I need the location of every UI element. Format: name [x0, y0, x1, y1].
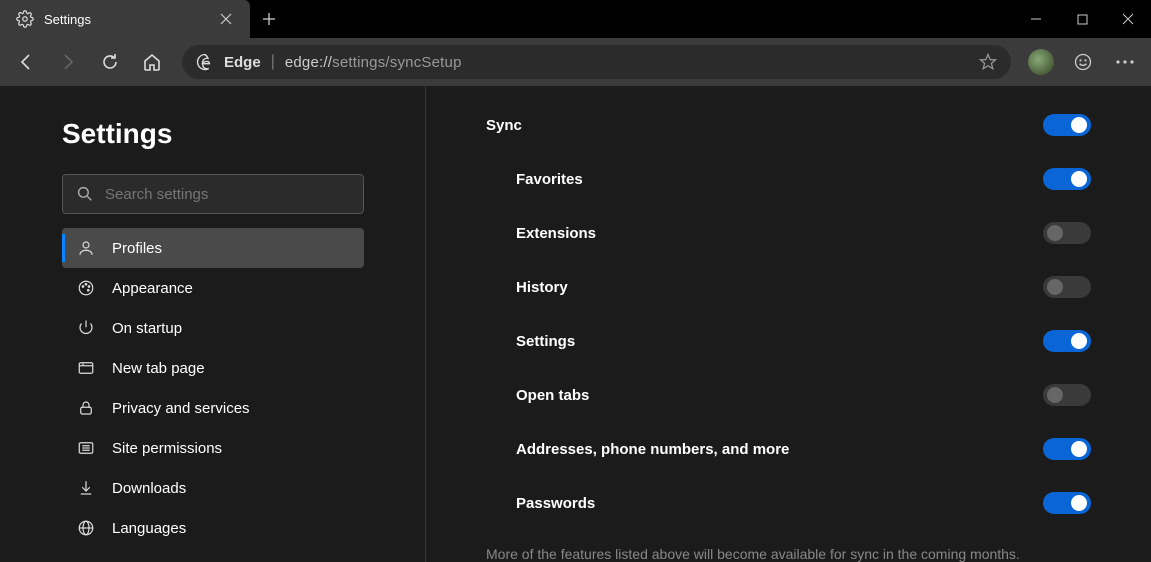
sync-heading: Sync — [486, 117, 522, 134]
newtab-icon — [76, 358, 96, 378]
maximize-button[interactable] — [1059, 0, 1105, 38]
sync-item-row: Passwords — [486, 492, 1091, 514]
favorite-star-icon[interactable] — [979, 53, 997, 71]
sidebar-item-privacy[interactable]: Privacy and services — [62, 388, 364, 428]
sidebar-item-label: Languages — [112, 520, 186, 537]
sidebar-item-label: On startup — [112, 320, 182, 337]
sync-item-toggle[interactable] — [1043, 492, 1091, 514]
sidebar-item-appearance[interactable]: Appearance — [62, 268, 364, 308]
sync-item-label: Extensions — [516, 225, 596, 242]
sidebar-item-languages[interactable]: Languages — [62, 508, 364, 548]
sync-item-row: Addresses, phone numbers, and more — [486, 438, 1091, 460]
toolbar: Edge | edge://settings/syncSetup — [0, 38, 1151, 86]
sync-master-row: Sync — [486, 114, 1091, 136]
window-controls — [1013, 0, 1151, 38]
forward-button[interactable] — [48, 42, 88, 82]
sidebar-item-profiles[interactable]: Profiles — [62, 228, 364, 268]
sync-footnote: More of the features listed above will b… — [486, 546, 1091, 562]
sync-item-row: Favorites — [486, 168, 1091, 190]
more-menu-button[interactable] — [1105, 42, 1145, 82]
sidebar-item-newtab[interactable]: New tab page — [62, 348, 364, 388]
sync-item-row: Extensions — [486, 222, 1091, 244]
sidebar-item-label: Site permissions — [112, 440, 222, 457]
search-settings-box[interactable] — [62, 174, 364, 214]
site-identity: Edge — [224, 54, 261, 71]
feedback-button[interactable] — [1063, 42, 1103, 82]
person-icon — [76, 238, 96, 258]
lock-icon — [76, 398, 96, 418]
sync-item-label: Open tabs — [516, 387, 589, 404]
edge-icon — [196, 53, 214, 71]
search-icon — [77, 186, 93, 202]
sync-item-toggle[interactable] — [1043, 330, 1091, 352]
sidebar-item-label: Privacy and services — [112, 400, 250, 417]
sync-item-toggle — [1043, 276, 1091, 298]
home-button[interactable] — [132, 42, 172, 82]
sync-item-toggle — [1043, 384, 1091, 406]
sync-item-label: Favorites — [516, 171, 583, 188]
sidebar-item-label: Downloads — [112, 480, 186, 497]
sync-item-toggle[interactable] — [1043, 438, 1091, 460]
tab-title: Settings — [44, 12, 204, 27]
refresh-button[interactable] — [90, 42, 130, 82]
sync-item-row: History — [486, 276, 1091, 298]
page-title: Settings — [62, 118, 425, 150]
sidebar-item-startup[interactable]: On startup — [62, 308, 364, 348]
sidebar-item-label: Appearance — [112, 280, 193, 297]
close-tab-button[interactable] — [214, 7, 238, 31]
search-input[interactable] — [105, 186, 349, 203]
sync-item-label: Addresses, phone numbers, and more — [516, 441, 789, 458]
sync-item-label: Passwords — [516, 495, 595, 512]
sidebar-item-permissions[interactable]: Site permissions — [62, 428, 364, 468]
address-bar[interactable]: Edge | edge://settings/syncSetup — [182, 45, 1011, 79]
download-icon — [76, 478, 96, 498]
close-window-button[interactable] — [1105, 0, 1151, 38]
titlebar: Settings — [0, 0, 1151, 38]
globe-icon — [76, 518, 96, 538]
sync-item-toggle — [1043, 222, 1091, 244]
settings-sidebar: Settings Profiles Appearance On startup New… — [0, 86, 426, 562]
sidebar-item-downloads[interactable]: Downloads — [62, 468, 364, 508]
minimize-button[interactable] — [1013, 0, 1059, 38]
sync-item-toggle[interactable] — [1043, 168, 1091, 190]
sync-item-row: Open tabs — [486, 384, 1091, 406]
divider: | — [271, 53, 275, 71]
sync-item-row: Settings — [486, 330, 1091, 352]
content-area: Settings Profiles Appearance On startup New… — [0, 86, 1151, 562]
sync-item-label: Settings — [516, 333, 575, 350]
sliders-icon — [76, 438, 96, 458]
sync-item-label: History — [516, 279, 568, 296]
sidebar-item-label: New tab page — [112, 360, 205, 377]
gear-icon — [16, 10, 34, 28]
settings-main-panel: Sync Favorites Extensions History Settings O… — [426, 86, 1151, 562]
back-button[interactable] — [6, 42, 46, 82]
profile-avatar[interactable] — [1021, 42, 1061, 82]
new-tab-button[interactable] — [250, 0, 288, 38]
browser-tab[interactable]: Settings — [0, 0, 250, 38]
sidebar-item-label: Profiles — [112, 240, 162, 257]
sync-master-toggle[interactable] — [1043, 114, 1091, 136]
power-icon — [76, 318, 96, 338]
palette-icon — [76, 278, 96, 298]
url-text: edge://settings/syncSetup — [285, 54, 462, 71]
